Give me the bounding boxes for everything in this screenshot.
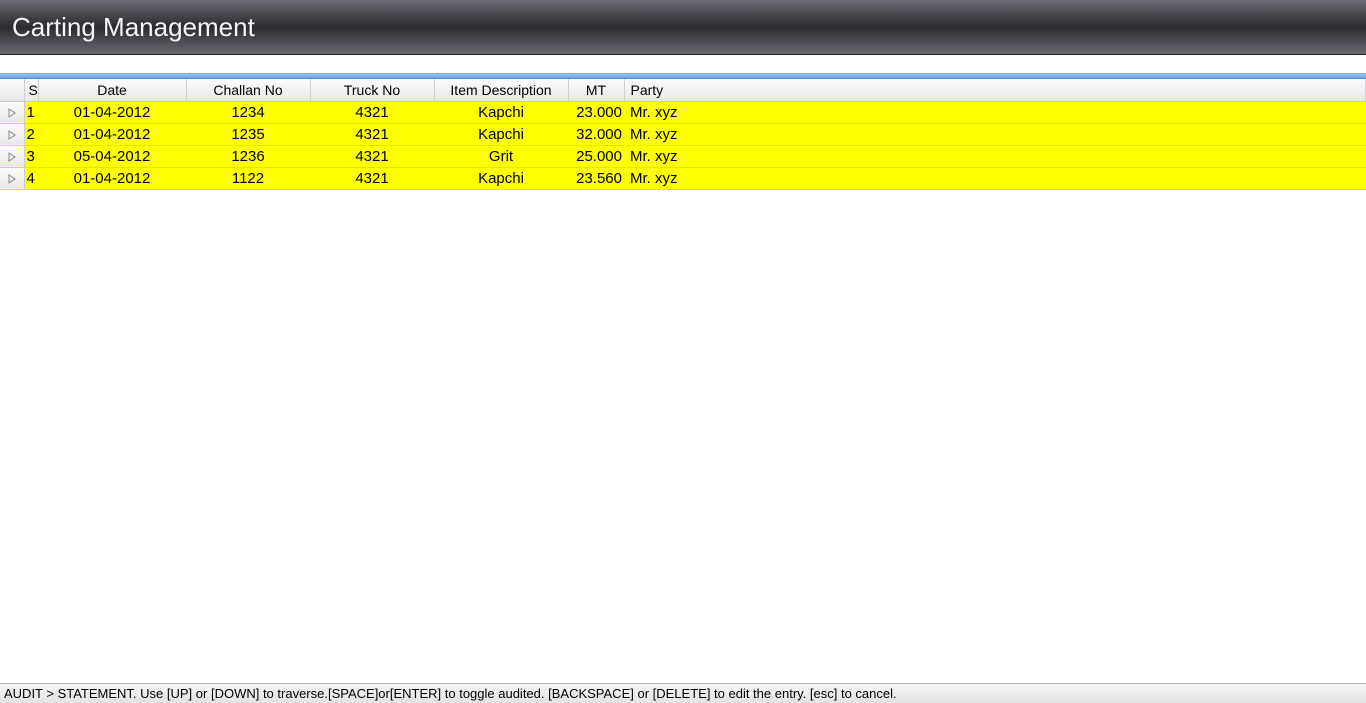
table-row[interactable]: 101-04-201212344321Kapchi23.000Mr. xyz <box>0 101 1366 123</box>
cell-party[interactable]: Mr. xyz <box>624 145 1366 167</box>
cell-party[interactable]: Mr. xyz <box>624 123 1366 145</box>
cell-sr[interactable]: 3 <box>24 145 38 167</box>
triangle-right-icon <box>8 174 16 184</box>
cell-date[interactable]: 01-04-2012 <box>38 167 186 189</box>
cell-challan[interactable]: 1234 <box>186 101 310 123</box>
cell-date[interactable]: 05-04-2012 <box>38 145 186 167</box>
column-header-indicator[interactable] <box>0 79 24 101</box>
column-header-sr[interactable]: Sr. <box>24 79 38 101</box>
cell-sr[interactable]: 4 <box>24 167 38 189</box>
row-indicator[interactable] <box>0 101 24 123</box>
column-header-mt[interactable]: MT <box>568 79 624 101</box>
cell-item[interactable]: Kapchi <box>434 167 568 189</box>
cell-party[interactable]: Mr. xyz <box>624 167 1366 189</box>
header-gap <box>0 55 1366 73</box>
triangle-right-icon <box>8 108 16 118</box>
row-indicator[interactable] <box>0 167 24 189</box>
data-grid-container: Sr. Date Challan No Truck No Item Descri… <box>0 79 1366 683</box>
cell-sr[interactable]: 1 <box>24 101 38 123</box>
cell-truck[interactable]: 4321 <box>310 145 434 167</box>
cell-truck[interactable]: 4321 <box>310 123 434 145</box>
triangle-right-icon <box>8 130 16 140</box>
column-header-party[interactable]: Party <box>624 79 1366 101</box>
cell-date[interactable]: 01-04-2012 <box>38 101 186 123</box>
cell-mt[interactable]: 32.000 <box>568 123 624 145</box>
row-indicator[interactable] <box>0 145 24 167</box>
table-row[interactable]: 201-04-201212354321Kapchi32.000Mr. xyz <box>0 123 1366 145</box>
row-indicator[interactable] <box>0 123 24 145</box>
data-grid[interactable]: Sr. Date Challan No Truck No Item Descri… <box>0 79 1366 190</box>
column-header-challan[interactable]: Challan No <box>186 79 310 101</box>
cell-item[interactable]: Kapchi <box>434 101 568 123</box>
app-header: Carting Management <box>0 0 1366 55</box>
status-text: AUDIT > STATEMENT. Use [UP] or [DOWN] to… <box>4 686 897 701</box>
cell-challan[interactable]: 1236 <box>186 145 310 167</box>
cell-truck[interactable]: 4321 <box>310 167 434 189</box>
cell-party[interactable]: Mr. xyz <box>624 101 1366 123</box>
column-header-row: Sr. Date Challan No Truck No Item Descri… <box>0 79 1366 101</box>
cell-sr[interactable]: 2 <box>24 123 38 145</box>
status-bar: AUDIT > STATEMENT. Use [UP] or [DOWN] to… <box>0 683 1366 703</box>
cell-item[interactable]: Kapchi <box>434 123 568 145</box>
cell-challan[interactable]: 1122 <box>186 167 310 189</box>
cell-mt[interactable]: 25.000 <box>568 145 624 167</box>
table-row[interactable]: 401-04-201211224321Kapchi23.560Mr. xyz <box>0 167 1366 189</box>
cell-truck[interactable]: 4321 <box>310 101 434 123</box>
app-title: Carting Management <box>12 12 255 43</box>
cell-item[interactable]: Grit <box>434 145 568 167</box>
cell-mt[interactable]: 23.560 <box>568 167 624 189</box>
table-row[interactable]: 305-04-201212364321Grit25.000Mr. xyz <box>0 145 1366 167</box>
triangle-right-icon <box>8 152 16 162</box>
cell-date[interactable]: 01-04-2012 <box>38 123 186 145</box>
cell-challan[interactable]: 1235 <box>186 123 310 145</box>
column-header-item[interactable]: Item Description <box>434 79 568 101</box>
column-header-truck[interactable]: Truck No <box>310 79 434 101</box>
column-header-date[interactable]: Date <box>38 79 186 101</box>
cell-mt[interactable]: 23.000 <box>568 101 624 123</box>
